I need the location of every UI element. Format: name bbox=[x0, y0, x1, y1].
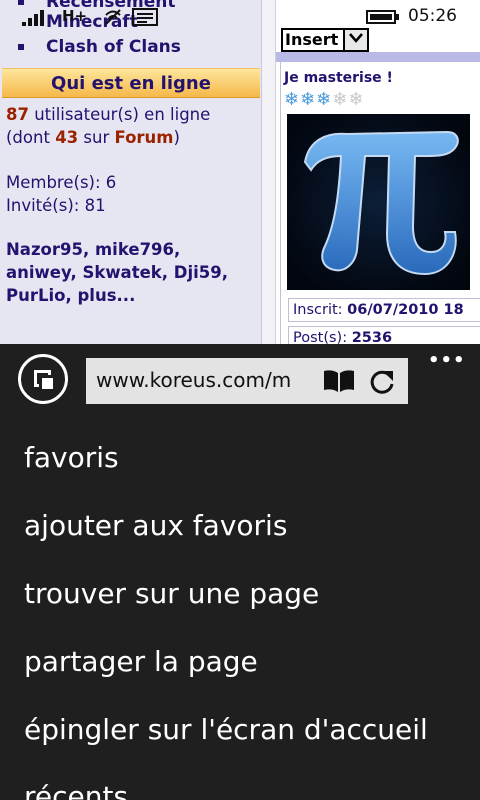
sidebar-link-clash-of-clans[interactable]: Clash of Clans bbox=[18, 37, 181, 57]
online-header: Qui est en ligne bbox=[2, 68, 260, 98]
rank-snowflakes: ❄❄❄❄❄ bbox=[284, 89, 364, 110]
pi-symbol-icon bbox=[287, 114, 470, 290]
menu-item-recent[interactable]: récents bbox=[24, 780, 128, 800]
snowflake-icon: ❄❄❄ bbox=[284, 89, 333, 110]
online-users-list[interactable]: aniwey, Skwatek, Dji59, bbox=[6, 263, 228, 282]
online-users-list[interactable]: Nazor95, mike796, bbox=[6, 240, 180, 259]
online-users-list[interactable]: PurLio, plus... bbox=[6, 286, 135, 305]
guests-count: Invité(s): 81 bbox=[6, 196, 106, 215]
menu-item-favorites[interactable]: favoris bbox=[24, 441, 119, 474]
status-bar: H+ 05:26 bbox=[0, 0, 480, 32]
post-header-bar bbox=[276, 52, 480, 62]
browser-menu-panel: www.koreus.com/m ••• favoris ajouter aux… bbox=[0, 344, 480, 800]
battery-icon bbox=[366, 10, 399, 24]
network-type: H+ bbox=[62, 7, 88, 25]
forum-users-count: (dont 43 sur Forum) bbox=[6, 128, 180, 147]
web-page-content[interactable]: Recensement Minecraft Clash of Clans Qui… bbox=[0, 0, 480, 344]
menu-item-find-on-page[interactable]: trouver sur une page bbox=[24, 577, 319, 610]
tabs-icon bbox=[39, 375, 56, 392]
forum-link[interactable]: Forum bbox=[114, 128, 173, 147]
online-users-count: 87 utilisateur(s) en ligne bbox=[6, 105, 211, 124]
menu-item-pin-to-start[interactable]: épingler sur l'écran d'accueil bbox=[24, 713, 428, 746]
members-count: Membre(s): 6 bbox=[6, 173, 117, 192]
snowflake-icon: ❄❄ bbox=[332, 89, 365, 110]
address-input[interactable]: www.koreus.com/m bbox=[96, 368, 308, 392]
post-count: Post(s): 2536 bbox=[288, 326, 480, 344]
user-avatar[interactable] bbox=[287, 114, 470, 290]
signal-icon bbox=[22, 10, 44, 26]
more-options-button[interactable]: ••• bbox=[428, 350, 466, 371]
column-divider bbox=[262, 0, 276, 344]
chevron-down-icon bbox=[343, 30, 367, 50]
tabs-button[interactable] bbox=[18, 354, 68, 404]
address-bar[interactable]: www.koreus.com/m bbox=[86, 358, 408, 404]
menu-item-add-favorite[interactable]: ajouter aux favoris bbox=[24, 509, 287, 542]
registered-date: Inscrit: 06/07/2010 18 bbox=[288, 298, 480, 322]
menu-item-share-page[interactable]: partager la page bbox=[24, 645, 258, 678]
message-icon bbox=[132, 8, 158, 26]
refresh-icon[interactable] bbox=[368, 368, 396, 396]
bullet-icon bbox=[18, 44, 24, 50]
user-rank-title: Je masterise ! bbox=[284, 70, 393, 86]
clock: 05:26 bbox=[408, 6, 457, 26]
reading-view-icon[interactable] bbox=[322, 368, 356, 394]
wifi-icon bbox=[105, 9, 121, 25]
